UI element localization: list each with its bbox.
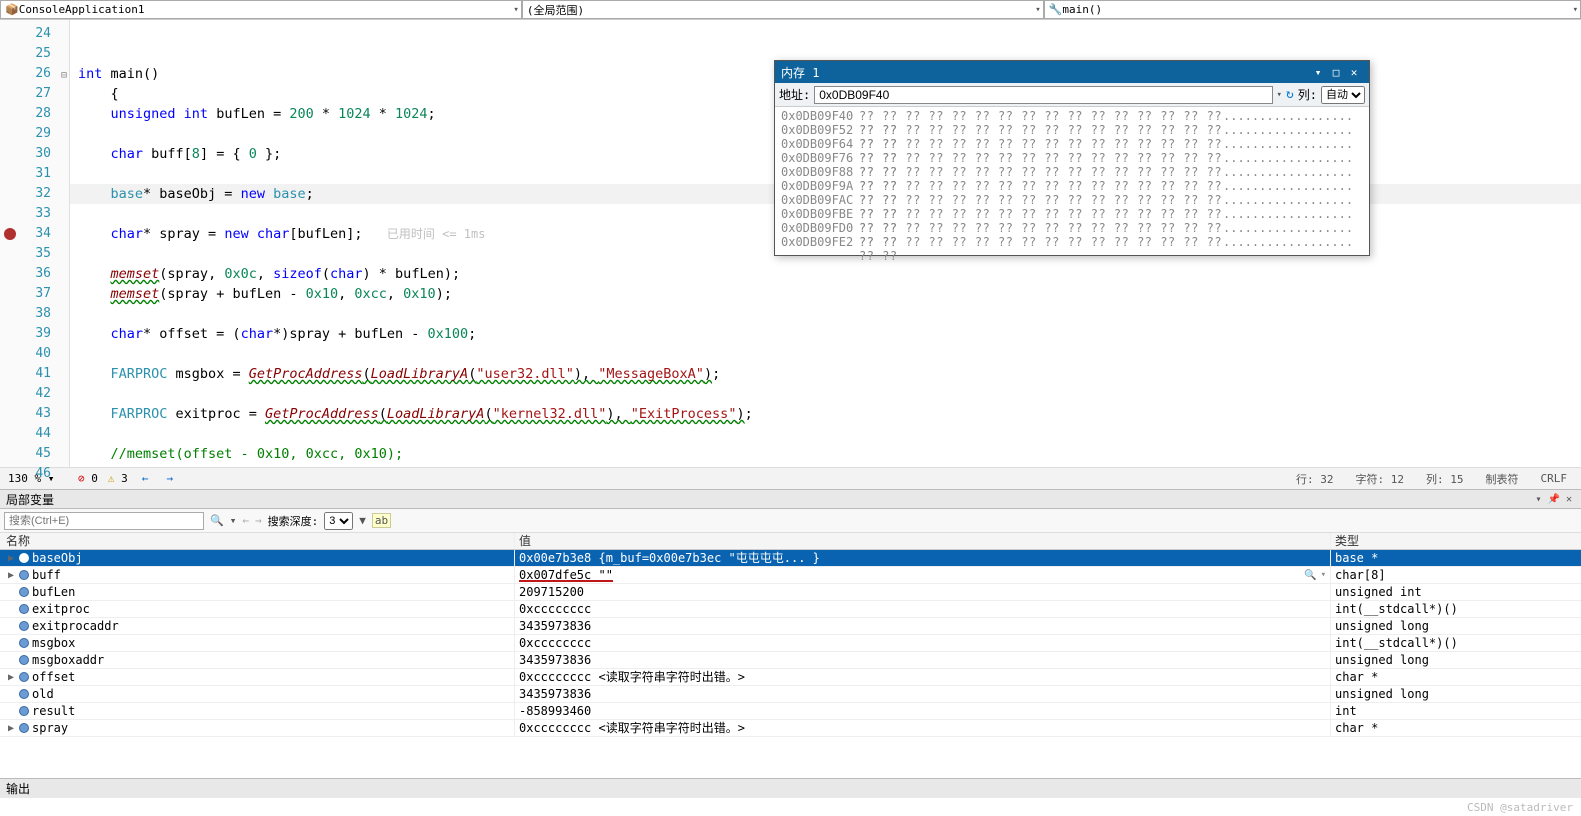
memory-address-input[interactable] xyxy=(814,86,1272,104)
columns-select[interactable]: 自动 xyxy=(1321,86,1365,104)
search-depth-label: 搜索深度: xyxy=(268,513,319,529)
col-value[interactable]: 值 xyxy=(515,533,1331,549)
locals-row[interactable]: ▶spray0xcccccccc <读取字符串字符时出错。>char * xyxy=(0,720,1581,737)
scope-dropdown-mid[interactable]: (全局范围)▾ xyxy=(522,0,1044,19)
nav-forward-icon[interactable]: → xyxy=(255,514,262,527)
panel-close-icon[interactable]: ✕ xyxy=(1563,490,1575,508)
nav-back-icon[interactable]: ← xyxy=(242,514,249,527)
chevron-down-icon: ▾ xyxy=(1573,5,1578,15)
window-maximize-icon[interactable]: □ xyxy=(1327,66,1345,79)
panel-dropdown-icon[interactable]: ▾ xyxy=(1532,490,1544,508)
locals-search-input[interactable] xyxy=(4,512,204,530)
search-depth-select[interactable]: 3 xyxy=(324,512,353,530)
memory-panel[interactable]: 内存 1 ▾ □ ✕ 地址: ▾ ↻ 列: 自动 0x0DB09F40?? ??… xyxy=(774,60,1370,256)
memory-title-bar[interactable]: 内存 1 ▾ □ ✕ xyxy=(775,61,1369,83)
columns-label: 列: xyxy=(1298,86,1317,103)
output-panel-header[interactable]: 输出 xyxy=(0,778,1581,798)
locals-grid-header: 名称 值 类型 xyxy=(0,533,1581,550)
refresh-icon[interactable]: ↻ xyxy=(1286,87,1294,102)
search-icon[interactable]: 🔍 xyxy=(210,514,224,527)
locals-row[interactable]: exitprocaddr3435973836unsigned long xyxy=(0,618,1581,635)
filter-icon[interactable]: ▼ xyxy=(359,514,366,527)
col-name[interactable]: 名称 xyxy=(0,533,515,549)
locals-grid[interactable]: 名称 值 类型 ▶baseObj0x00e7b3e8 {m_buf=0x00e7… xyxy=(0,533,1581,737)
panel-pin-icon[interactable]: 📌 xyxy=(1545,490,1563,508)
locals-row[interactable]: ▶buff0x007dfe5c ""🔍▾char[8] xyxy=(0,567,1581,584)
context-dropdown-bar: 📦 ConsoleApplication1▾ (全局范围)▾ 🔧 main()▾ xyxy=(0,0,1581,20)
watermark: CSDN @satadriver xyxy=(1467,801,1573,814)
chevron-down-icon: ▾ xyxy=(1035,5,1040,15)
chevron-down-icon: ▾ xyxy=(513,5,518,15)
locals-title: 局部变量 xyxy=(6,490,54,508)
window-dropdown-icon[interactable]: ▾ xyxy=(1309,66,1327,79)
locals-panel-header[interactable]: 局部变量 ▾ 📌 ✕ xyxy=(0,489,1581,509)
chevron-down-icon[interactable]: ▾ xyxy=(1277,90,1282,100)
line-gutter: 2425262728293031323334353637383940414243… xyxy=(0,20,70,467)
memory-toolbar: 地址: ▾ ↻ 列: 自动 xyxy=(775,83,1369,107)
locals-row[interactable]: msgbox0xccccccccint(__stdcall*)() xyxy=(0,635,1581,652)
scope-dropdown-right[interactable]: 🔧 main()▾ xyxy=(1044,0,1581,19)
search-dropdown-icon[interactable]: ▾ xyxy=(230,514,237,527)
locals-row[interactable]: ▶baseObj0x00e7b3e8 {m_buf=0x00e7b3ec "屯屯… xyxy=(0,550,1581,567)
code-editor[interactable]: 2425262728293031323334353637383940414243… xyxy=(0,20,1581,467)
locals-row[interactable]: old3435973836unsigned long xyxy=(0,686,1581,703)
address-label: 地址: xyxy=(779,86,810,103)
highlight-icon[interactable]: ab xyxy=(372,513,391,528)
scope-dropdown-left[interactable]: 📦 ConsoleApplication1▾ xyxy=(0,0,522,19)
col-type[interactable]: 类型 xyxy=(1331,533,1581,549)
locals-search-bar: 🔍 ▾ ← → 搜索深度: 3 ▼ ab xyxy=(0,509,1581,533)
locals-row[interactable]: msgboxaddr3435973836unsigned long xyxy=(0,652,1581,669)
locals-row[interactable]: ▶offset0xcccccccc <读取字符串字符时出错。>char * xyxy=(0,669,1581,686)
locals-row[interactable]: bufLen209715200unsigned int xyxy=(0,584,1581,601)
memory-title-text: 内存 1 xyxy=(781,64,819,81)
memory-hex-view[interactable]: 0x0DB09F40?? ?? ?? ?? ?? ?? ?? ?? ?? ?? … xyxy=(775,107,1369,255)
locals-row[interactable]: exitproc0xccccccccint(__stdcall*)() xyxy=(0,601,1581,618)
locals-row[interactable]: result-858993460int xyxy=(0,703,1581,720)
window-close-icon[interactable]: ✕ xyxy=(1345,66,1363,79)
